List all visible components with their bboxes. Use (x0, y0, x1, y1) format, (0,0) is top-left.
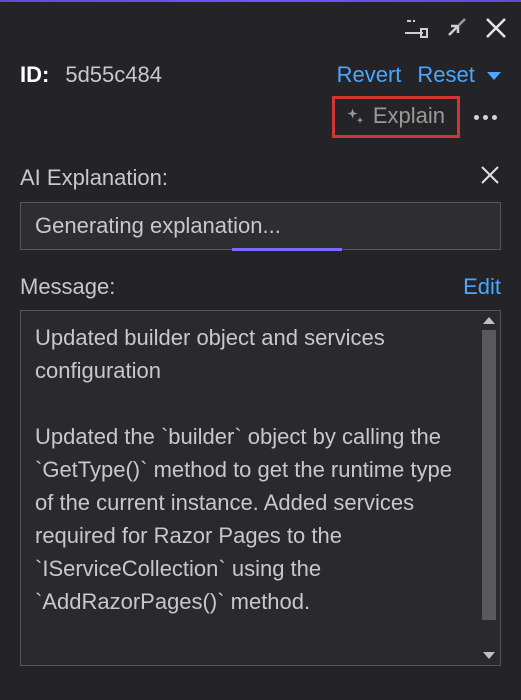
message-title: Message: (20, 274, 115, 300)
ai-explanation-box: Generating explanation... (20, 202, 501, 250)
close-ai-explanation-button[interactable] (479, 164, 501, 192)
message-body: Updated builder object and services conf… (21, 311, 478, 665)
reset-label: Reset (417, 62, 474, 87)
id-label: ID: (20, 62, 49, 88)
explain-button[interactable]: Explain (332, 96, 460, 138)
more-options-button[interactable] (472, 115, 501, 120)
scroll-up-icon[interactable] (483, 317, 495, 324)
sparkle-icon (345, 106, 365, 126)
id-value: 5d55c484 (65, 62, 162, 88)
chevron-down-icon (487, 72, 501, 80)
reset-dropdown[interactable]: Reset (417, 62, 501, 88)
scroll-down-icon[interactable] (483, 652, 495, 659)
scroll-thumb[interactable] (482, 330, 496, 620)
dock-icon[interactable] (401, 13, 431, 43)
loading-indicator (232, 248, 342, 251)
ai-explanation-status: Generating explanation... (35, 213, 281, 238)
close-window-icon[interactable] (481, 13, 511, 43)
ai-explanation-title: AI Explanation: (20, 165, 168, 191)
edit-message-link[interactable]: Edit (463, 274, 501, 300)
scrollbar[interactable] (478, 311, 500, 665)
minimize-restore-icon[interactable] (441, 13, 471, 43)
window-titlebar (0, 2, 521, 54)
commit-id-row: ID: 5d55c484 Revert Reset (20, 62, 501, 88)
explain-label: Explain (373, 103, 445, 129)
revert-link[interactable]: Revert (337, 62, 402, 88)
message-box: Updated builder object and services conf… (20, 310, 501, 666)
